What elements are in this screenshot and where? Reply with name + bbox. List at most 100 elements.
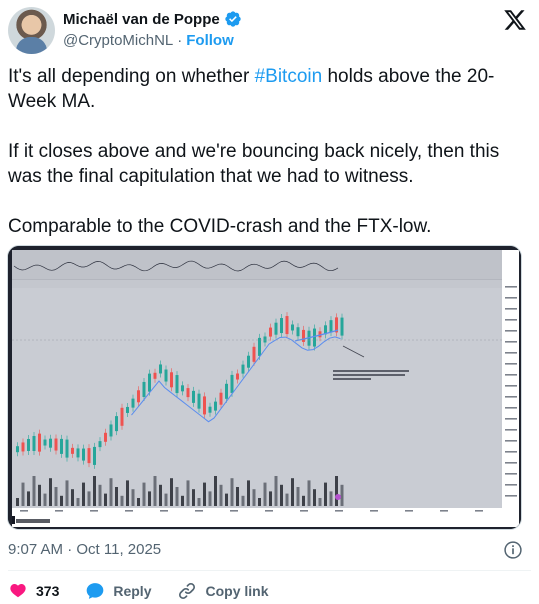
volume-bar xyxy=(324,482,327,506)
price-axis-tick xyxy=(505,385,517,387)
volume-bar xyxy=(307,480,311,506)
volume-bar xyxy=(175,487,179,506)
author-handle[interactable]: @CryptoMichNL xyxy=(63,32,173,49)
volume-bar xyxy=(65,480,69,506)
price-axis-tick xyxy=(505,440,517,442)
time-axis-tick xyxy=(230,510,238,512)
volume-bar xyxy=(159,484,162,506)
volume-bar xyxy=(126,480,129,506)
price-axis-tick xyxy=(505,451,517,453)
time-axis-tick xyxy=(55,510,63,512)
price-axis-tick xyxy=(505,484,517,486)
volume-bar xyxy=(109,478,113,506)
volume-bar xyxy=(43,493,47,506)
volume-bar xyxy=(16,498,19,506)
volume-bar xyxy=(120,495,124,506)
x-logo-icon[interactable] xyxy=(503,8,527,32)
price-axis-tick xyxy=(505,407,517,409)
time-axis-tick xyxy=(405,510,413,512)
info-icon[interactable] xyxy=(503,540,523,560)
volume-bar xyxy=(49,478,52,506)
tweet-text: It's all depending on whether #Bitcoin h… xyxy=(8,64,531,264)
copy-link-label: Copy link xyxy=(205,583,269,599)
divider xyxy=(8,570,531,571)
handle-row: @CryptoMichNL · Follow xyxy=(63,32,234,49)
volume-bar xyxy=(153,476,157,506)
volume-bar xyxy=(71,489,74,506)
price-axis-tick xyxy=(505,286,517,288)
price-axis-tick xyxy=(505,418,517,420)
tweet-text-segment: It's all depending on whether xyxy=(8,66,255,87)
reply-button[interactable]: Reply xyxy=(85,581,151,601)
time-axis-tick xyxy=(160,510,168,512)
time-axis-tick xyxy=(440,510,448,512)
volume-bar xyxy=(263,482,267,506)
price-axis-tick xyxy=(505,396,517,398)
time-axis-tick xyxy=(335,510,343,512)
time-axis-tick xyxy=(20,510,28,512)
volume-bar xyxy=(241,495,245,506)
volume-bar xyxy=(258,498,261,506)
price-axis-tick xyxy=(505,462,517,464)
action-bar: 373 Reply Copy link xyxy=(8,580,295,602)
volume-bar xyxy=(27,491,30,506)
volume-bar xyxy=(291,478,294,506)
avatar[interactable] xyxy=(8,7,55,54)
author-name-row: Michaël van de Poppe xyxy=(63,10,242,28)
volume-bar xyxy=(131,489,135,506)
volume-bar xyxy=(76,498,80,506)
volume-bar xyxy=(340,484,344,506)
volume-bar xyxy=(197,498,201,506)
volume-bar xyxy=(219,484,223,506)
volume-bar xyxy=(280,484,283,506)
price-axis-tick xyxy=(505,352,517,354)
reply-label: Reply xyxy=(113,583,152,599)
like-count: 373 xyxy=(36,583,60,599)
time-axis-tick xyxy=(125,510,133,512)
separator-dot: · xyxy=(177,32,183,49)
price-axis-tick xyxy=(505,297,517,299)
volume-bar xyxy=(247,480,250,506)
tweet-paragraph-2: If it closes above and we're bouncing ba… xyxy=(8,141,500,187)
tweet-timestamp[interactable]: 9:07 AM · Oct 11, 2025 xyxy=(8,541,161,558)
volume-bar xyxy=(54,487,58,506)
volume-bar xyxy=(214,476,217,506)
volume-bar xyxy=(274,476,278,506)
time-axis-tick xyxy=(265,510,273,512)
volume-bar xyxy=(313,489,316,506)
volume-bar xyxy=(21,482,25,506)
volume-bar xyxy=(181,495,184,506)
volume-bar xyxy=(87,491,91,506)
volume-bar xyxy=(98,484,102,506)
time-axis-tick xyxy=(195,510,203,512)
volume-bar xyxy=(252,489,256,506)
bitcoin-hashtag-link[interactable]: #Bitcoin xyxy=(255,66,323,87)
volume-bar xyxy=(93,476,96,506)
heart-icon xyxy=(10,583,26,598)
price-axis-tick xyxy=(505,330,517,332)
copy-link-button[interactable]: Copy link xyxy=(177,581,269,601)
volume-bar xyxy=(32,476,36,506)
price-axis-tick xyxy=(505,429,517,431)
volume-bar xyxy=(164,493,168,506)
volume-bar xyxy=(335,476,338,506)
price-axis-tick xyxy=(505,473,517,475)
volume-bar xyxy=(115,487,118,506)
time-axis-tick xyxy=(475,510,483,512)
tweet-header: Michaël van de Poppe @CryptoMichNL · Fol… xyxy=(8,7,531,55)
volume-bar xyxy=(236,487,239,506)
price-axis-tick xyxy=(505,308,517,310)
author-name[interactable]: Michaël van de Poppe xyxy=(63,11,220,28)
volume-bar xyxy=(142,482,146,506)
tweet-paragraph-3: Comparable to the COVID-crash and the FT… xyxy=(8,216,432,237)
chart-image[interactable] xyxy=(7,245,522,530)
follow-button[interactable]: Follow xyxy=(186,32,234,49)
volume-bar xyxy=(60,495,63,506)
like-button[interactable]: 373 xyxy=(8,581,59,601)
volume-bar xyxy=(38,484,41,506)
link-icon xyxy=(179,582,196,600)
price-axis-tick xyxy=(505,319,517,321)
volume-bar xyxy=(285,493,289,506)
tweet-paragraph-1: It's all depending on whether #Bitcoin h… xyxy=(8,64,531,114)
volume-bar xyxy=(302,495,305,506)
